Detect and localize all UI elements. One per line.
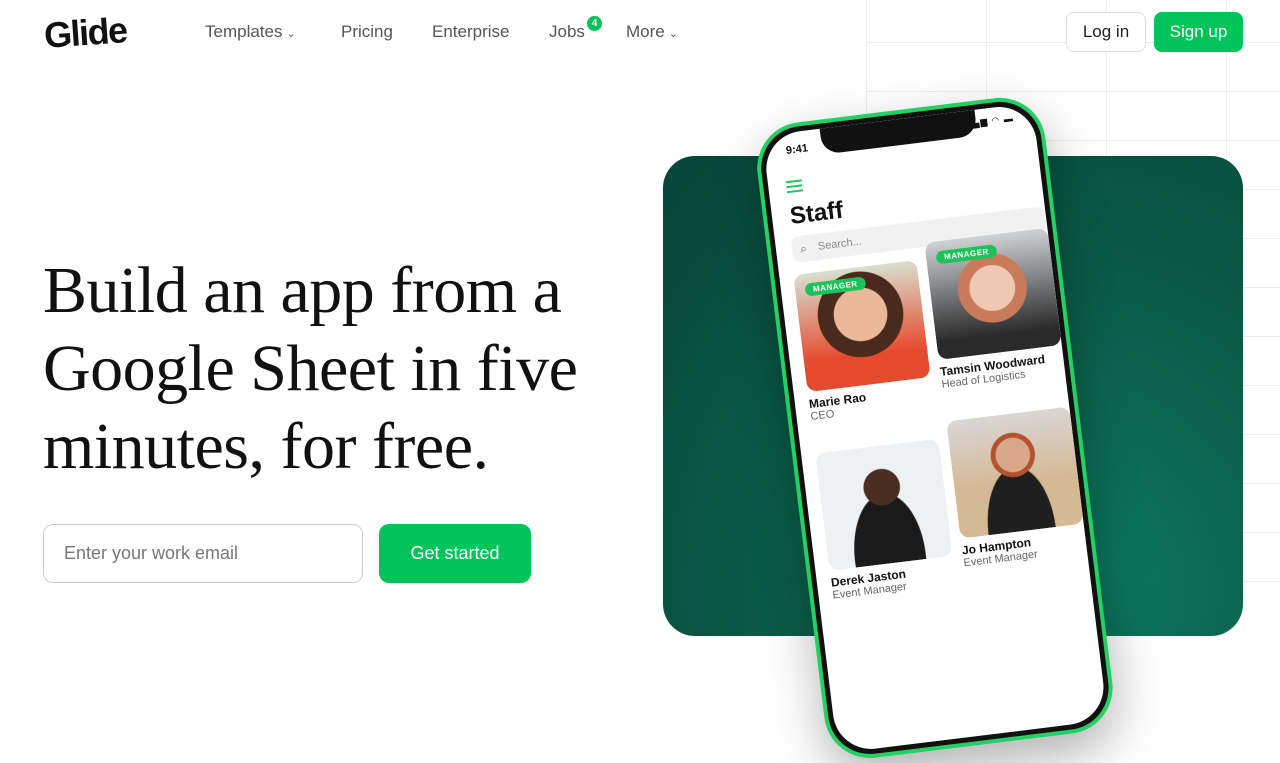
staff-photo (946, 406, 1084, 539)
signup-button[interactable]: Sign up (1154, 12, 1243, 52)
nav-enterprise[interactable]: Enterprise (432, 22, 509, 42)
hero-headline: Build an app from a Google Sheet in five… (43, 254, 578, 483)
login-button[interactable]: Log in (1066, 12, 1146, 52)
staff-photo: MANAGER (924, 227, 1062, 360)
nav-pricing[interactable]: Pricing (341, 22, 393, 42)
staff-grid: MANAGER Marie Rao CEO MANAGER Tamsin Woo… (793, 227, 1092, 623)
nav-more[interactable]: More ⌄ (626, 22, 678, 42)
screen-title: Staff (788, 196, 845, 230)
email-input[interactable]: Enter your work email (43, 524, 363, 583)
manager-badge: MANAGER (804, 276, 867, 297)
search-icon: ⌕ (799, 241, 808, 256)
manager-badge: MANAGER (935, 244, 998, 265)
glide-logo[interactable]: Glide (43, 9, 128, 57)
nav-templates[interactable]: Templates ⌄ (205, 22, 296, 42)
nav-label: More (626, 22, 665, 41)
nav-label: Templates (205, 22, 283, 41)
nav-jobs[interactable]: Jobs (549, 22, 585, 42)
chevron-down-icon: ⌄ (668, 28, 678, 40)
chevron-down-icon: ⌄ (286, 28, 296, 40)
staff-card: Derek Jaston Event Manager (815, 438, 959, 623)
hamburger-icon (785, 179, 804, 196)
staff-photo: MANAGER (793, 259, 931, 393)
jobs-count-badge: 4 (587, 16, 602, 31)
search-placeholder: Search... (817, 235, 863, 253)
staff-photo (815, 438, 953, 571)
staff-card: MANAGER Tamsin Woodward Head of Logistic… (924, 227, 1068, 412)
staff-card: Jo Hampton Event Manager (946, 406, 1090, 590)
phone-notch (819, 109, 978, 155)
get-started-button[interactable]: Get started (379, 524, 531, 583)
staff-card: MANAGER Marie Rao CEO (793, 259, 937, 444)
status-time: 9:41 (785, 142, 809, 157)
